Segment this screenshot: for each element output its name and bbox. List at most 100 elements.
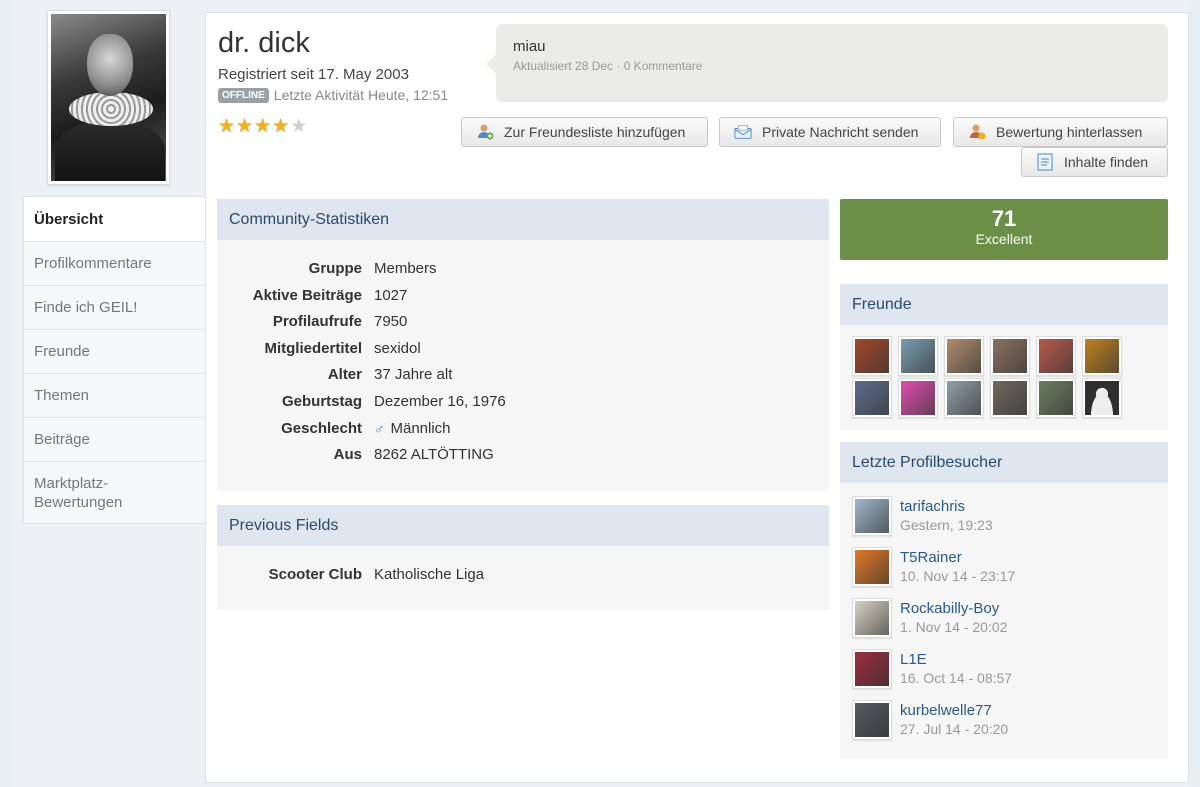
stat-key: Mitgliedertitel [264, 339, 362, 357]
profile-name: dr. dick [218, 27, 310, 59]
stat-key: Gruppe [308, 260, 362, 277]
community-stats-header: Community-Statistiken [217, 199, 829, 240]
stat-row: Gruppe Members [217, 256, 829, 283]
profile-avatar [47, 10, 170, 185]
nav-item-marktplatz-bewertungen[interactable]: Marktplatz-Bewertungen [24, 461, 205, 523]
status-text: miau [513, 38, 546, 55]
stat-key: Alter [327, 366, 362, 384]
stat-row: Aktive Beiträge 1027 [217, 283, 829, 310]
nav-item-profilkommentare[interactable]: Profilkommentare [24, 241, 205, 285]
nav-item-freunde[interactable]: Freunde [24, 329, 205, 373]
visitor-avatar[interactable] [852, 598, 892, 638]
friend-avatar[interactable] [1082, 378, 1122, 418]
field-row: Scooter Club Katholische Liga [217, 562, 829, 589]
friend-avatar[interactable] [944, 378, 984, 418]
reputation-value: 71 [991, 206, 1017, 231]
friend-avatar[interactable] [1082, 336, 1122, 376]
status-meta: Aktualisiert 28 Dec · 0 Kommentare [513, 59, 703, 73]
add-friend-icon [476, 123, 494, 141]
add-friend-label: Zur Freundesliste hinzufügen [504, 124, 686, 140]
community-stats-body: Gruppe Members Aktive Beiträge 1027 Profil… [217, 240, 829, 491]
visitor-name[interactable]: tarifachris [900, 498, 993, 516]
find-content-button[interactable]: Inhalte finden [1021, 147, 1168, 177]
stat-row: Mitgliedertitel sexidol [217, 336, 829, 363]
friend-avatar[interactable] [852, 378, 892, 418]
friends-grid [852, 336, 1122, 419]
status-update: miau Aktualisiert 28 Dec · 0 Kommentare [486, 24, 1168, 102]
visitor-name[interactable]: kurbelwelle77 [900, 702, 1008, 720]
visitor-item: kurbelwelle77 27. Jul 14 - 20:20 [852, 700, 1008, 740]
document-icon [1036, 153, 1054, 171]
visitor-item: Rockabilly-Boy 1. Nov 14 - 20:02 [852, 598, 1007, 638]
visitor-time: 27. Jul 14 - 20:20 [900, 721, 1009, 737]
stat-value: sexidol [374, 339, 421, 357]
visitor-item: tarifachris Gestern, 19:23 [852, 496, 993, 536]
add-friend-button[interactable]: Zur Freundesliste hinzufügen [461, 117, 708, 147]
nav-item-uebersicht[interactable]: Übersicht [24, 197, 205, 241]
visitor-avatar[interactable] [852, 700, 892, 740]
activity-line: OFFLINE Letzte Aktivität Heute, 12:51 [218, 87, 448, 103]
registered-since: Registriert seit 17. May 2003 [218, 66, 409, 83]
stat-key: Profilaufrufe [272, 313, 362, 331]
visitor-name[interactable]: T5Rainer [900, 549, 1015, 567]
reputation-label: Excellent [975, 231, 1033, 247]
stat-value: ♂ Männlich [374, 416, 451, 443]
last-activity: Letzte Aktivität Heute, 12:51 [273, 87, 449, 103]
star-icon: ★ [254, 116, 272, 137]
previous-fields-body: Scooter Club Katholische Liga [217, 546, 829, 610]
field-key: Scooter Club [268, 566, 362, 583]
stat-row: Geburtstag Dezember 16, 1976 [217, 389, 829, 416]
star-icon: ★ [218, 116, 236, 137]
friend-avatar[interactable] [990, 336, 1030, 376]
send-message-button[interactable]: Private Nachricht senden [719, 117, 941, 147]
visitor-time: 16. Oct 14 - 08:57 [900, 670, 1013, 686]
stat-value: 7950 [374, 313, 408, 331]
star-icon: ★ [236, 116, 254, 137]
profile-nav: Übersicht Profilkommentare Finde ich GEI… [23, 196, 206, 524]
visitor-item: T5Rainer 10. Nov 14 - 23:17 [852, 547, 1015, 587]
rating-stars: ★ ★ ★ ★ ★ [218, 117, 307, 137]
friend-avatar[interactable] [1036, 336, 1076, 376]
friend-avatar[interactable] [1036, 378, 1076, 418]
field-value: Katholische Liga [374, 566, 485, 583]
stat-key: Aus [333, 446, 362, 464]
visitor-name[interactable]: L1E [900, 651, 1012, 669]
male-gender-icon: ♂ [374, 420, 385, 437]
friends-header: Freunde [840, 284, 1168, 325]
nav-item-beitraege[interactable]: Beiträge [24, 417, 205, 461]
nav-item-finde-ich-geil[interactable]: Finde ich GEIL! [24, 285, 205, 329]
nav-item-themen[interactable]: Themen [24, 373, 205, 417]
friend-avatar[interactable] [898, 378, 938, 418]
profile-main-panel: dr. dick Registriert seit 17. May 2003 O… [205, 12, 1189, 783]
stat-value: Members [374, 260, 437, 277]
friend-avatar[interactable] [852, 336, 892, 376]
reputation-box: 71 Excellent [840, 199, 1168, 260]
visitor-item: L1E 16. Oct 14 - 08:57 [852, 649, 1012, 689]
stat-row: Geschlecht ♂ Männlich [217, 416, 829, 443]
visitor-time: Gestern, 19:23 [900, 517, 993, 533]
stat-row: Alter 37 Jahre alt [217, 362, 829, 389]
send-message-label: Private Nachricht senden [762, 124, 919, 140]
stat-value: 37 Jahre alt [374, 366, 453, 384]
stat-value: 8262 ALTÖTTING [374, 446, 494, 464]
offline-badge: OFFLINE [218, 87, 269, 103]
leave-rating-button[interactable]: Bewertung hinterlassen [953, 117, 1168, 147]
visitor-time: 1. Nov 14 - 20:02 [900, 619, 1008, 635]
stat-row: Aus 8262 ALTÖTTING [217, 442, 829, 469]
avatar-image [51, 14, 166, 181]
stat-key: Aktive Beiträge [252, 286, 362, 304]
friend-avatar[interactable] [944, 336, 984, 376]
visitor-avatar[interactable] [852, 496, 892, 536]
star-icon: ★ [272, 116, 290, 137]
visitor-avatar[interactable] [852, 649, 892, 689]
visitor-name[interactable]: Rockabilly-Boy [900, 600, 1007, 618]
friend-avatar[interactable] [898, 336, 938, 376]
friend-avatar[interactable] [990, 378, 1030, 418]
stat-value: 1027 [374, 286, 408, 304]
user-rating-icon [968, 123, 986, 141]
visitor-avatar[interactable] [852, 547, 892, 587]
previous-fields-header: Previous Fields [217, 505, 829, 546]
leave-rating-label: Bewertung hinterlassen [996, 124, 1143, 140]
visitors-header: Letzte Profilbesucher [840, 442, 1168, 483]
find-content-label: Inhalte finden [1064, 154, 1149, 170]
